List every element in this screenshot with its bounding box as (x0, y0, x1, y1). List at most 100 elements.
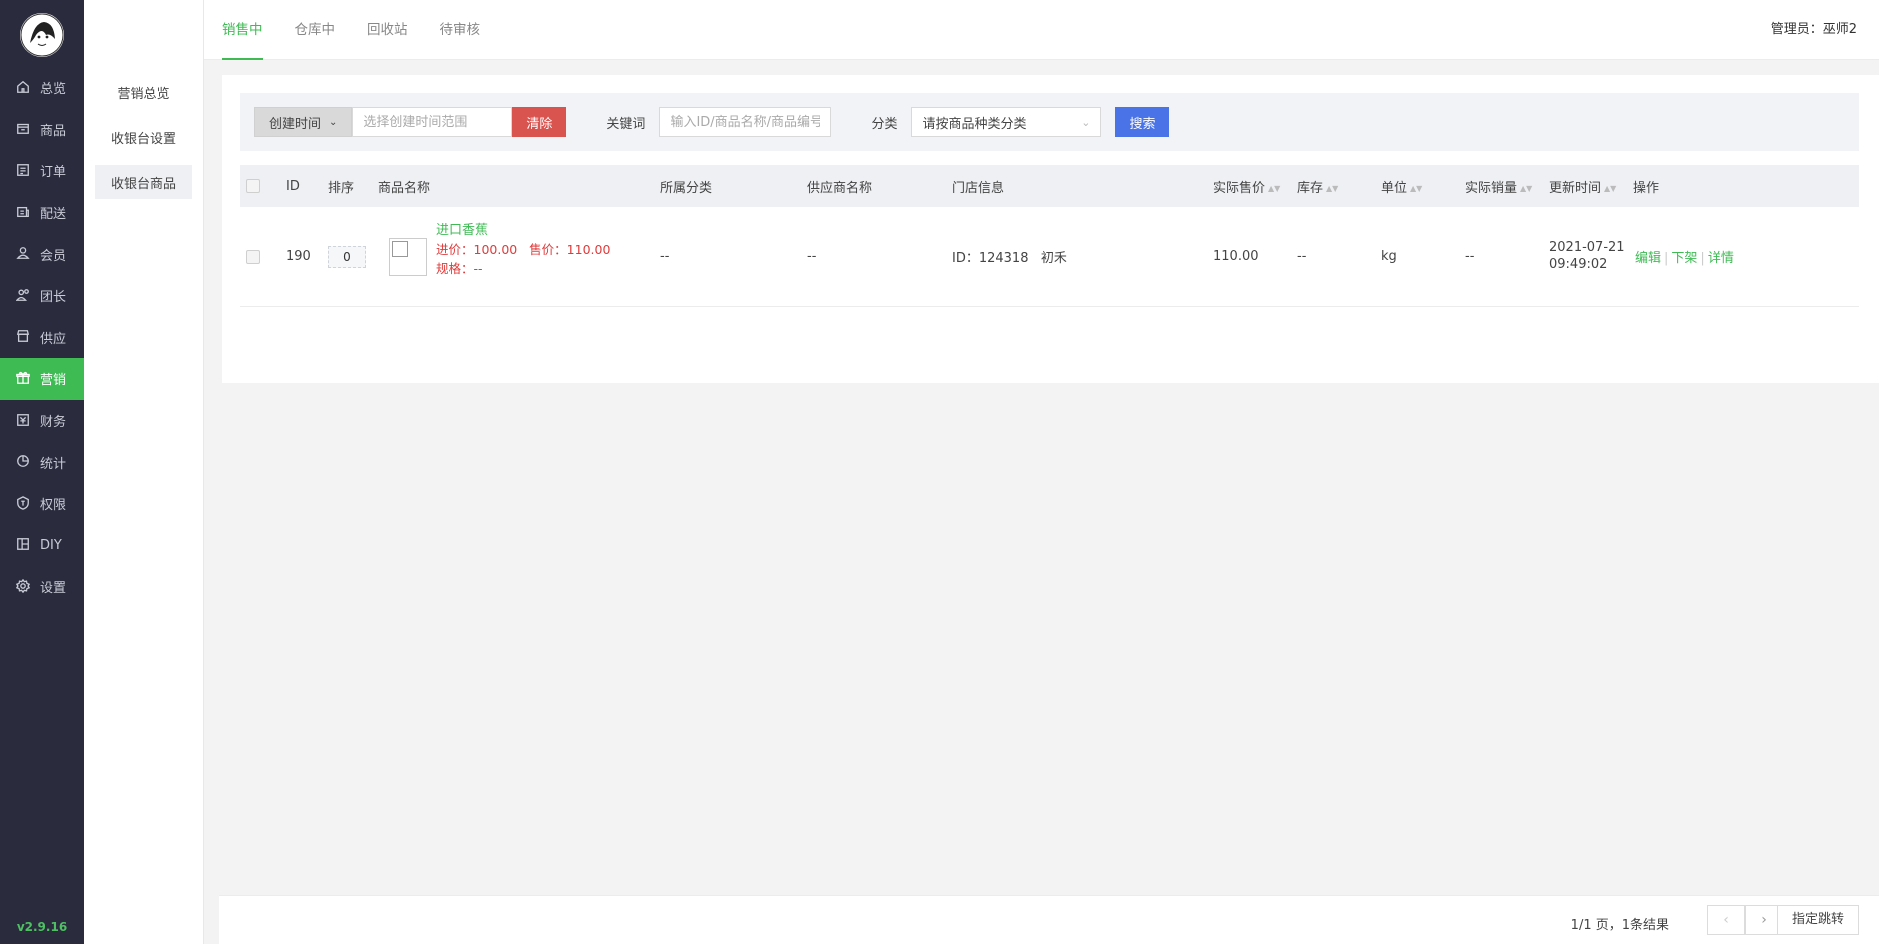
chart-icon (16, 454, 32, 470)
gift-icon (16, 371, 32, 387)
sidebar-item-overview[interactable]: 总览 (0, 67, 84, 109)
tab-recycle-bin[interactable]: 回收站 (367, 0, 408, 60)
op-divider: | (1664, 251, 1669, 266)
row-supplier: -- (807, 249, 817, 264)
category-select-value: 请按商品种类分类 (922, 116, 1027, 132)
sort-icon: ▲▼ (1326, 183, 1339, 193)
date-range-input[interactable] (352, 107, 513, 137)
col-name: 商品名称 (378, 180, 431, 196)
row-sort-input[interactable]: 0 (328, 245, 366, 268)
sidebar-item-leaders[interactable]: 团长 (0, 275, 84, 317)
row-updated-time: 09:49:02 (1549, 257, 1608, 272)
row-updated-date: 2021-07-21 (1549, 240, 1625, 255)
row-ops: 编辑 | 下架 | 详情 (1635, 247, 1734, 266)
search-button[interactable]: 搜索 (1115, 107, 1170, 137)
store-icon (16, 329, 32, 345)
col-updated-label: 更新时间 (1549, 180, 1602, 196)
main-sidebar: 总览 商品 订单 配送 会员 团长 供应 营销 财务 统计 权限 DIY 设置 … (0, 0, 84, 944)
chevron-left-icon: ‹ (1723, 912, 1729, 928)
product-info: 进口香蕉 进价：100.00 售价：110.00 规格：-- (436, 221, 610, 278)
sidebar-item-label: 权限 (40, 498, 67, 514)
sidebar-item-stats[interactable]: 统计 (0, 441, 84, 483)
sidebar-item-supply[interactable]: 供应 (0, 317, 84, 359)
sidebar-item-label: 配送 (40, 207, 67, 223)
sidebar-item-goods[interactable]: 商品 (0, 109, 84, 151)
goods-card: 创建时间 ⌄ 清除 关键词 分类 请按商品种类分类 ⌄ 搜索 ID 排序 商品名… (222, 75, 1879, 383)
avatar[interactable] (20, 13, 64, 57)
tab-pending-review[interactable]: 待审核 (440, 0, 481, 60)
col-stock[interactable]: 库存 ▲▼ (1297, 177, 1338, 196)
sidebar-item-label: 供应 (40, 331, 67, 347)
chevron-down-icon: ⌄ (1081, 115, 1091, 129)
secondary-sidebar: 营销总览 收银台设置 收银台商品 (84, 0, 204, 944)
category-select[interactable]: 请按商品种类分类 ⌄ (911, 107, 1102, 137)
filter-bar: 创建时间 ⌄ 清除 关键词 分类 请按商品种类分类 ⌄ 搜索 (240, 93, 1859, 151)
take-down-link[interactable]: 下架 (1671, 251, 1697, 266)
row-category: -- (660, 249, 670, 264)
sidebar-item-label: 订单 (40, 165, 67, 181)
cost-price: 进价：100.00 (436, 242, 518, 257)
admin-info[interactable]: 管理员：巫师2 (1771, 0, 1857, 60)
col-unit-label: 单位 (1381, 180, 1408, 196)
admin-name: 巫师2 (1822, 22, 1857, 37)
user-icon (16, 246, 32, 262)
shield-icon (16, 495, 32, 512)
col-category: 所属分类 (660, 180, 713, 196)
col-id: ID (286, 178, 300, 194)
col-sales[interactable]: 实际销量 ▲▼ (1465, 177, 1532, 196)
detail-link[interactable]: 详情 (1708, 251, 1734, 266)
subnav-item-cashier-goods[interactable]: 收银台商品 (95, 165, 192, 199)
jump-to-page-button[interactable]: 指定跳转 (1776, 905, 1859, 935)
subnav-item-cashier-settings[interactable]: 收银台设置 (95, 120, 192, 154)
table-header: ID 排序 商品名称 所属分类 供应商名称 门店信息 实际售价 ▲▼ 库存 ▲▼ 单… (240, 165, 1859, 207)
col-price[interactable]: 实际售价 ▲▼ (1213, 177, 1280, 196)
prev-page-button[interactable]: ‹ (1707, 905, 1745, 935)
col-ops: 操作 (1633, 180, 1660, 196)
sidebar-item-permissions[interactable]: 权限 (0, 483, 84, 525)
sidebar-item-delivery[interactable]: 配送 (0, 192, 84, 234)
date-type-label: 创建时间 (269, 116, 322, 132)
group-icon (16, 288, 32, 304)
sidebar-item-members[interactable]: 会员 (0, 233, 84, 275)
product-thumbnail (389, 237, 427, 276)
keyword-label: 关键词 (606, 116, 646, 132)
sidebar-item-finance[interactable]: 财务 (0, 400, 84, 442)
row-sales: -- (1465, 249, 1475, 264)
row-store: ID：124318 初禾 (952, 251, 1067, 266)
subnav-item-marketing-overview[interactable]: 营销总览 (95, 75, 192, 109)
sidebar-item-label: 团长 (40, 290, 67, 306)
truck-icon (16, 205, 32, 221)
sidebar-item-label: 财务 (40, 415, 67, 431)
tab-on-sale[interactable]: 销售中 (222, 0, 263, 60)
tab-in-warehouse[interactable]: 仓库中 (295, 0, 336, 60)
top-bar: 销售中 仓库中 回收站 待审核 管理员：巫师2 (204, 0, 1879, 60)
finance-icon (16, 413, 32, 429)
sidebar-item-settings[interactable]: 设置 (0, 566, 84, 608)
sidebar-item-diy[interactable]: DIY (0, 525, 84, 567)
col-updated[interactable]: 更新时间 ▲▼ (1549, 177, 1616, 196)
row-checkbox[interactable] (246, 249, 260, 264)
sidebar-item-orders[interactable]: 订单 (0, 150, 84, 192)
sidebar-item-label: 会员 (40, 248, 67, 264)
home-icon (16, 80, 32, 96)
table-row: 190 0 进口香蕉 进价：100.00 售价：110.00 规格：-- -- … (240, 207, 1859, 307)
row-stock: -- (1297, 249, 1307, 264)
keyword-input[interactable] (659, 107, 832, 137)
status-tabs: 销售中 仓库中 回收站 待审核 (222, 0, 512, 60)
col-unit[interactable]: 单位 ▲▼ (1381, 177, 1422, 196)
category-label: 分类 (871, 116, 898, 132)
product-name[interactable]: 进口香蕉 (436, 221, 610, 240)
date-type-dropdown[interactable]: 创建时间 ⌄ (254, 107, 353, 137)
sort-icon: ▲▼ (1520, 183, 1533, 193)
sort-icon: ▲▼ (1268, 183, 1281, 193)
pagination-info: 1/1 页，1条结果 (1570, 918, 1669, 933)
sidebar-item-label: 营销 (40, 373, 67, 389)
edit-link[interactable]: 编辑 (1635, 251, 1661, 266)
col-price-label: 实际售价 (1213, 180, 1266, 196)
select-all-checkbox[interactable] (246, 179, 260, 193)
row-price: 110.00 (1213, 249, 1259, 264)
col-stock-label: 库存 (1297, 180, 1324, 196)
sidebar-item-label: DIY (40, 537, 62, 553)
clear-button[interactable]: 清除 (512, 107, 567, 137)
sidebar-item-marketing[interactable]: 营销 (0, 358, 84, 400)
